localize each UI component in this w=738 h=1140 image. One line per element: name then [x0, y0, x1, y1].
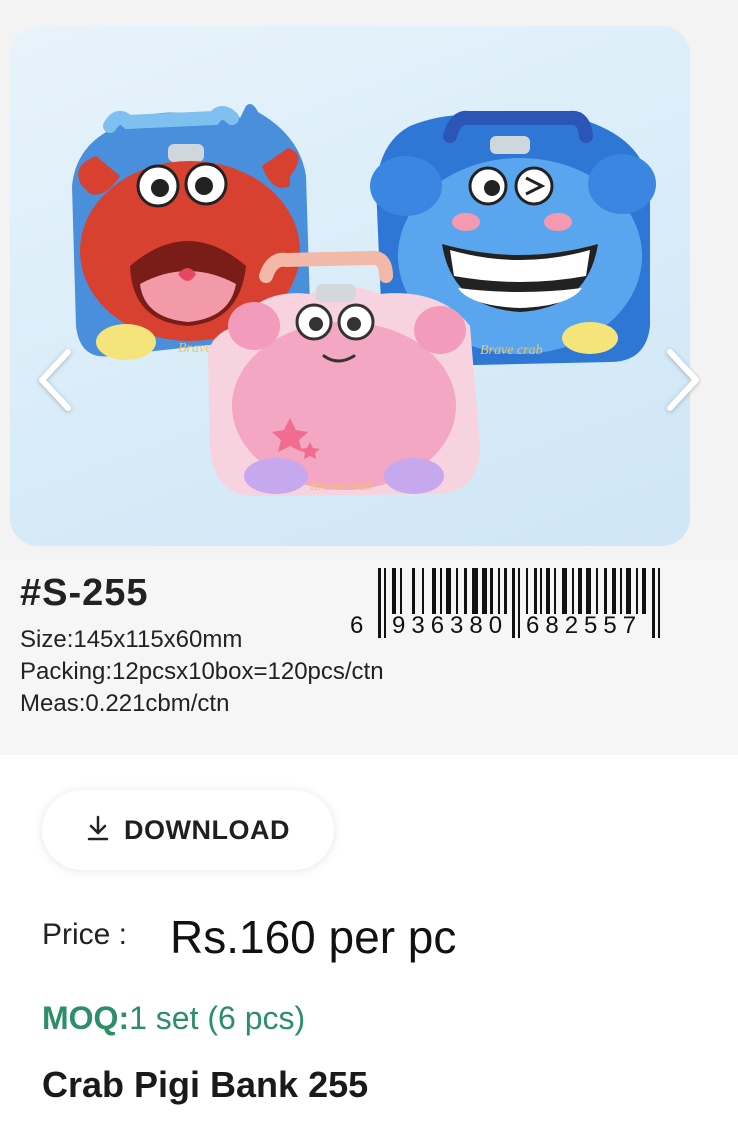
product-title: Crab Pigi Bank 255: [42, 1064, 369, 1105]
chevron-left-icon: [36, 348, 76, 417]
price-label: Price :: [42, 918, 128, 951]
spec-meas: Meas:0.221cbm/ctn: [20, 690, 230, 717]
barcode-digits-right: 682557: [526, 612, 643, 639]
download-icon: [86, 815, 110, 846]
carousel-next-button[interactable]: [660, 348, 704, 417]
barcode-digit-first: 6: [350, 612, 364, 639]
moq-info: MOQ:1 set (6 pcs): [42, 1000, 305, 1037]
spec-packing: Packing:12pcsx10box=120pcs/ctn: [20, 658, 384, 685]
product-image[interactable]: Brave crab Brave crab Brave crab: [10, 26, 690, 546]
price-value: Rs.160 per pc: [170, 911, 457, 963]
download-label: DOWNLOAD: [124, 814, 290, 845]
spec-size: Size:145x115x60mm: [20, 626, 243, 653]
moq-value: 1 set (6 pcs): [129, 1000, 306, 1036]
download-button[interactable]: DOWNLOAD: [42, 790, 334, 870]
tin-text-pink: Brave crab: [310, 479, 373, 494]
carousel-prev-button[interactable]: [34, 348, 78, 417]
model-number: #S-255: [20, 572, 149, 614]
crab-banks-illustration: Brave crab Brave crab Brave crab: [72, 104, 656, 496]
tin-text-blue: Brave crab: [480, 343, 543, 358]
chevron-right-icon: [662, 348, 702, 417]
barcode-digits-left: 936380: [392, 612, 509, 639]
moq-label: MOQ:: [42, 1000, 130, 1036]
image-carousel: Brave crab Brave crab Brave crab: [0, 0, 738, 560]
